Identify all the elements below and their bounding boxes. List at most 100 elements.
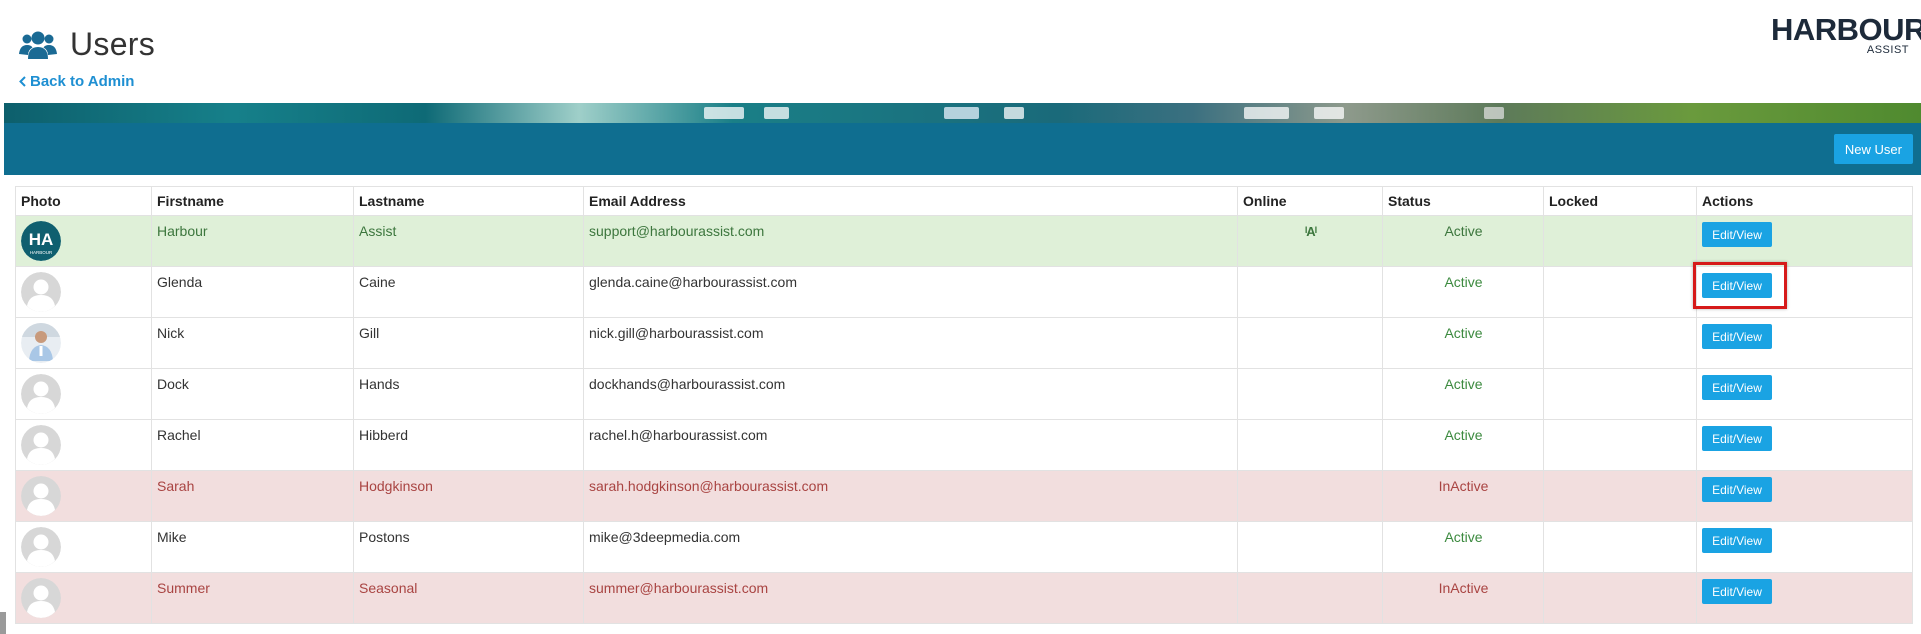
edit-view-button[interactable]: Edit/View bbox=[1702, 426, 1772, 451]
status-cell: Active bbox=[1382, 266, 1544, 318]
chevron-left-icon bbox=[19, 76, 26, 87]
banner-boat bbox=[704, 107, 744, 119]
email-cell: nick.gill@harbourassist.com bbox=[583, 317, 1238, 369]
firstname-cell: Rachel bbox=[151, 419, 354, 471]
default-avatar-icon bbox=[21, 272, 61, 312]
column-header-status[interactable]: Status bbox=[1382, 186, 1544, 216]
default-avatar-icon bbox=[21, 425, 61, 465]
users-table-wrap: Photo Firstname Lastname Email Address O… bbox=[15, 186, 1913, 624]
lastname-cell: Hands bbox=[353, 368, 584, 420]
banner-boat bbox=[1314, 107, 1344, 119]
email-cell: support@harbourassist.com bbox=[583, 215, 1238, 267]
column-header-locked[interactable]: Locked bbox=[1543, 186, 1697, 216]
online-cell bbox=[1237, 419, 1383, 471]
status-cell: Active bbox=[1382, 317, 1544, 369]
default-avatar-icon bbox=[21, 476, 61, 516]
locked-cell bbox=[1543, 215, 1697, 267]
email-cell: mike@3deepmedia.com bbox=[583, 521, 1238, 573]
column-header-lastname[interactable]: Lastname bbox=[353, 186, 584, 216]
edit-view-button[interactable]: Edit/View bbox=[1702, 273, 1772, 298]
page-header: Users Back to Admin HARBOUR ASSIST bbox=[0, 0, 1921, 103]
table-row: Mike Postons mike@3deepmedia.com Active … bbox=[15, 521, 1913, 573]
locked-cell bbox=[1543, 470, 1697, 522]
font-a-icon: ᴵAᴵ bbox=[1304, 224, 1317, 239]
new-user-button[interactable]: New User bbox=[1833, 134, 1913, 164]
banner-boat bbox=[944, 107, 979, 119]
user-photo-avatar bbox=[21, 323, 61, 363]
window-edge-mark bbox=[0, 612, 6, 634]
default-avatar-icon bbox=[21, 374, 61, 414]
edit-view-button[interactable]: Edit/View bbox=[1702, 324, 1772, 349]
status-cell: Active bbox=[1382, 521, 1544, 573]
edit-view-button[interactable]: Edit/View bbox=[1702, 528, 1772, 553]
svg-text:HARBOUR: HARBOUR bbox=[30, 250, 53, 255]
online-cell bbox=[1237, 368, 1383, 420]
firstname-cell: Mike bbox=[151, 521, 354, 573]
default-avatar-icon bbox=[21, 527, 61, 567]
lastname-cell: Hodgkinson bbox=[353, 470, 584, 522]
actions-cell: Edit/View bbox=[1696, 317, 1913, 369]
back-to-admin-link[interactable]: Back to Admin bbox=[19, 73, 134, 90]
banner-boat bbox=[1004, 107, 1024, 119]
actions-cell: Edit/View bbox=[1696, 572, 1913, 624]
actions-cell: Edit/View bbox=[1696, 419, 1913, 471]
table-row: Dock Hands dockhands@harbourassist.com A… bbox=[15, 368, 1913, 420]
firstname-cell: Harbour bbox=[151, 215, 354, 267]
logo-subtext: ASSIST bbox=[1866, 44, 1909, 56]
status-cell: Active bbox=[1382, 419, 1544, 471]
online-cell bbox=[1237, 266, 1383, 318]
edit-view-button[interactable]: Edit/View bbox=[1702, 375, 1772, 400]
default-avatar-icon bbox=[21, 578, 61, 618]
table-row: Sarah Hodgkinson sarah.hodgkinson@harbou… bbox=[15, 470, 1913, 522]
email-cell: dockhands@harbourassist.com bbox=[583, 368, 1238, 420]
column-header-photo: Photo bbox=[15, 186, 152, 216]
online-cell: ᴵAᴵ bbox=[1237, 215, 1383, 267]
table-header-row: Photo Firstname Lastname Email Address O… bbox=[15, 186, 1913, 216]
lastname-cell: Assist bbox=[353, 215, 584, 267]
users-table: Photo Firstname Lastname Email Address O… bbox=[15, 186, 1913, 624]
column-header-email[interactable]: Email Address bbox=[583, 186, 1238, 216]
actions-cell: Edit/View bbox=[1696, 470, 1913, 522]
edit-view-button[interactable]: Edit/View bbox=[1702, 579, 1772, 604]
table-row: Summer Seasonal summer@harbourassist.com… bbox=[15, 572, 1913, 624]
firstname-cell: Glenda bbox=[151, 266, 354, 318]
edit-view-button[interactable]: Edit/View bbox=[1702, 222, 1772, 247]
harbour-banner-image bbox=[4, 103, 1921, 123]
photo-cell: HA HARBOUR bbox=[15, 215, 152, 267]
email-cell: glenda.caine@harbourassist.com bbox=[583, 266, 1238, 318]
locked-cell bbox=[1543, 521, 1697, 573]
firstname-cell: Sarah bbox=[151, 470, 354, 522]
status-cell: Active bbox=[1382, 215, 1544, 267]
firstname-cell: Nick bbox=[151, 317, 354, 369]
online-cell bbox=[1237, 470, 1383, 522]
email-cell: summer@harbourassist.com bbox=[583, 572, 1238, 624]
table-row: Rachel Hibberd rachel.h@harbourassist.co… bbox=[15, 419, 1913, 471]
locked-cell bbox=[1543, 419, 1697, 471]
svg-text:HA: HA bbox=[29, 230, 54, 249]
table-row: Nick Gill nick.gill@harbourassist.com Ac… bbox=[15, 317, 1913, 369]
locked-cell bbox=[1543, 368, 1697, 420]
users-icon bbox=[19, 31, 57, 59]
status-cell: InActive bbox=[1382, 470, 1544, 522]
firstname-cell: Dock bbox=[151, 368, 354, 420]
photo-cell bbox=[15, 266, 152, 318]
online-cell bbox=[1237, 572, 1383, 624]
lastname-cell: Gill bbox=[353, 317, 584, 369]
actions-cell: Edit/View bbox=[1696, 215, 1913, 267]
online-cell bbox=[1237, 317, 1383, 369]
locked-cell bbox=[1543, 317, 1697, 369]
locked-cell bbox=[1543, 572, 1697, 624]
online-cell bbox=[1237, 521, 1383, 573]
status-cell: InActive bbox=[1382, 572, 1544, 624]
column-header-firstname[interactable]: Firstname bbox=[151, 186, 354, 216]
edit-view-button[interactable]: Edit/View bbox=[1702, 477, 1772, 502]
actions-cell: Edit/View bbox=[1696, 266, 1913, 318]
harbour-assist-logo: HARBOUR ASSIST bbox=[1771, 14, 1921, 56]
locked-cell bbox=[1543, 266, 1697, 318]
column-header-online[interactable]: Online bbox=[1237, 186, 1383, 216]
photo-cell bbox=[15, 572, 152, 624]
page-title: Users bbox=[70, 26, 156, 62]
email-cell: sarah.hodgkinson@harbourassist.com bbox=[583, 470, 1238, 522]
harbour-assist-avatar: HA HARBOUR bbox=[21, 221, 61, 261]
photo-cell bbox=[15, 470, 152, 522]
